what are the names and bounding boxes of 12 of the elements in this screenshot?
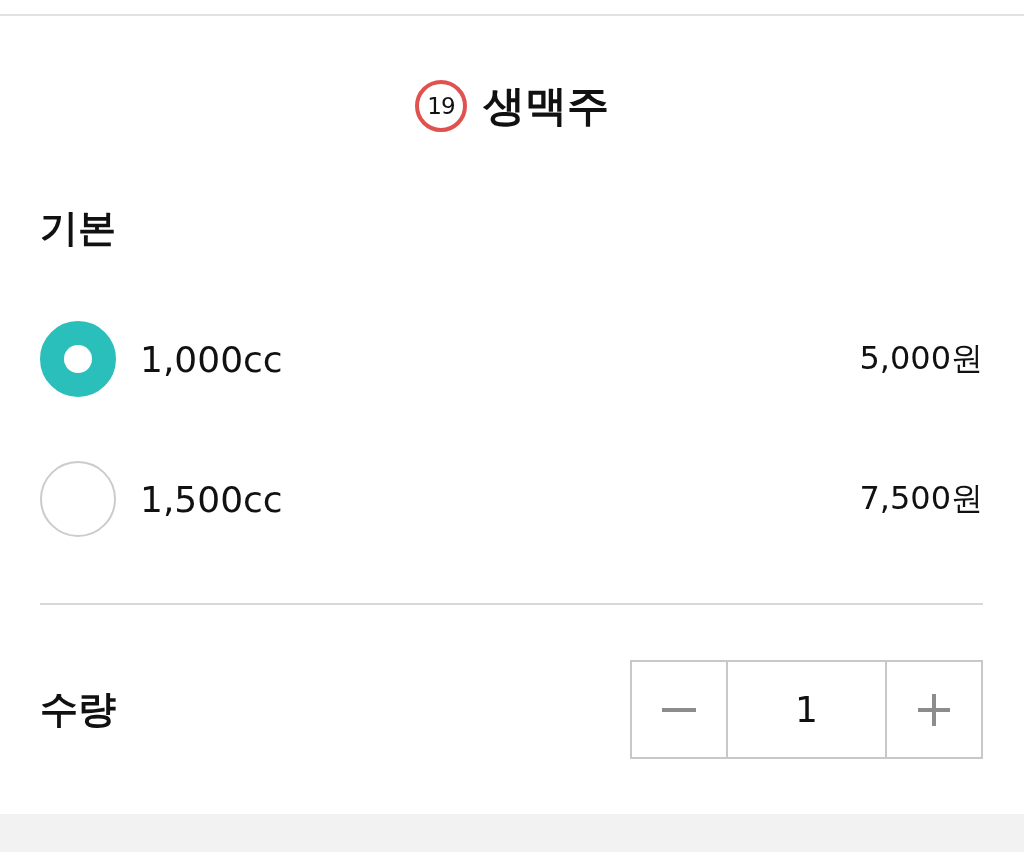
minus-icon (662, 707, 696, 712)
option-label: 1,000cc (140, 338, 283, 380)
option-group-title: 기본 (40, 205, 116, 252)
quantity-label: 수량 (40, 686, 116, 733)
decrease-button[interactable] (630, 660, 728, 759)
increase-button[interactable] (885, 660, 983, 759)
option-price: 7,500원 (859, 478, 983, 519)
product-title: 생맥주 (483, 80, 609, 132)
option-label: 1,500cc (140, 478, 283, 520)
age-rating-badge: 19 (415, 80, 467, 132)
plus-icon (918, 693, 950, 726)
option-price: 5,000원 (859, 338, 983, 379)
